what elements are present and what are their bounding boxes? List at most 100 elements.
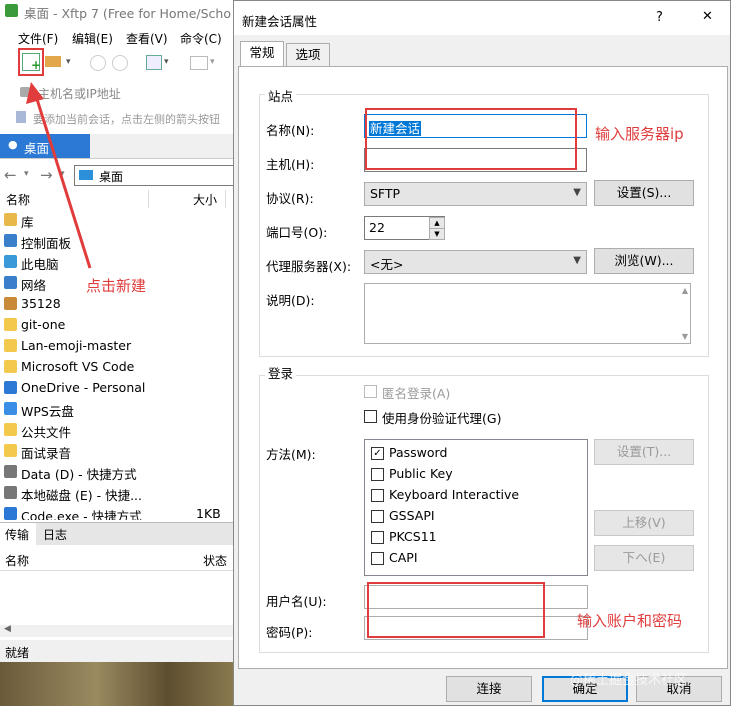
scroll-down-icon[interactable]: ▼ [682, 332, 688, 341]
file-list-item[interactable]: Lan-emoji-master [0, 336, 240, 357]
network-icon [4, 276, 17, 289]
dialog-title: 新建会话属性 [242, 14, 318, 29]
chevron-down-icon[interactable]: ▾ [164, 57, 169, 67]
checkbox-icon[interactable] [371, 510, 384, 523]
proxy-select[interactable]: <无> ▼ [364, 250, 587, 274]
tab-log[interactable]: 日志 [43, 526, 67, 543]
column-name-header[interactable]: 名称 [6, 191, 30, 208]
proxy-label: 代理服务器(X): [266, 259, 352, 274]
tab-options[interactable]: 选项 [286, 43, 330, 66]
connect-button[interactable]: 连接 [446, 676, 532, 702]
menu-view[interactable]: 查看(V) [126, 30, 168, 47]
file-name: 此电脑 [21, 257, 59, 272]
anonymous-checkbox[interactable] [364, 385, 377, 398]
menu-edit[interactable]: 编辑(E) [72, 30, 113, 47]
file-list-item[interactable]: WPS云盘 [0, 399, 240, 420]
password-label: 密码(P): [266, 625, 313, 640]
help-button[interactable]: ? [656, 10, 663, 25]
file-list-item[interactable]: 库 [0, 210, 240, 231]
description-label: 说明(D): [266, 293, 315, 308]
scroll-left-icon[interactable]: ◀ [4, 624, 11, 634]
back-arrow-icon[interactable]: ← [4, 166, 17, 184]
transfer-name-header[interactable]: 名称 [5, 552, 29, 569]
auth-method-label: GSSAPI [389, 508, 435, 523]
folder-icon [4, 423, 17, 436]
chevron-down-icon: ▼ [573, 255, 581, 266]
transfer-status-header[interactable]: 状态 [203, 552, 227, 569]
chevron-down-icon[interactable]: ▾ [210, 57, 215, 67]
address-bar[interactable]: 主机名或IP地址 [0, 82, 240, 104]
menu-file[interactable]: 文件(F) [18, 30, 58, 47]
folder-icon [4, 318, 17, 331]
auth-agent-label: 使用身份验证代理(G) [382, 411, 502, 426]
menu-command[interactable]: 命令(C) [180, 30, 222, 47]
forward-arrow-icon[interactable]: → [40, 166, 53, 184]
file-name: 35128 [21, 296, 61, 311]
connect-icon[interactable] [90, 55, 106, 71]
open-folder-icon[interactable] [45, 56, 61, 67]
auth-agent-checkbox[interactable] [364, 410, 377, 423]
browse-button[interactable]: 浏览(W)... [594, 248, 694, 274]
port-down-icon[interactable]: ▼ [429, 228, 445, 240]
description-textarea[interactable]: ▲ ▼ [364, 283, 691, 344]
username-label: 用户名(U): [266, 594, 327, 609]
chevron-down-icon[interactable]: ▾ [24, 169, 29, 179]
chevron-down-icon[interactable]: ▾ [66, 57, 71, 67]
watermark: @稀土掘金技术社区 [570, 673, 688, 688]
checkbox-icon[interactable] [371, 552, 384, 565]
onedrive-icon [4, 381, 17, 394]
xftp-titlebar: 桌面 - Xftp 7 (Free for Home/Scho [0, 0, 240, 22]
disconnect-icon[interactable] [112, 55, 128, 71]
protocol-label: 协议(R): [266, 191, 314, 206]
checkbox-icon[interactable] [371, 531, 384, 544]
move-up-button[interactable]: 上移(V) [594, 510, 694, 536]
column-divider[interactable] [148, 190, 149, 208]
checkbox-icon[interactable] [371, 489, 384, 502]
column-size-header[interactable]: 大小 [193, 191, 217, 208]
file-list-item[interactable]: OneDrive - Personal [0, 378, 240, 399]
file-list-item[interactable]: git-one [0, 315, 240, 336]
method-settings-button[interactable]: 设置(T)... [594, 439, 694, 465]
annotation-account-box [367, 582, 545, 638]
user-icon [4, 297, 17, 310]
file-list-item[interactable]: 面试录音 [0, 441, 240, 462]
file-list-item[interactable]: 此电脑 [0, 252, 240, 273]
annotation-server-ip: 输入服务器ip [595, 125, 684, 143]
protocol-select[interactable]: SFTP ▼ [364, 182, 587, 206]
file-list-item[interactable]: 公共文件 [0, 420, 240, 441]
tab-desktop-label: 桌面 [24, 141, 50, 156]
file-list-item[interactable]: Data (D) - 快捷方式 [0, 462, 240, 483]
protocol-settings-button[interactable]: 设置(S)... [594, 180, 694, 206]
checked-checkbox-icon[interactable]: ✓ [371, 447, 384, 460]
xftp-app-icon [5, 4, 18, 17]
transfer-icon[interactable] [190, 56, 208, 70]
path-box[interactable]: 桌面 [74, 165, 240, 186]
file-list-item[interactable]: Code.exe - 快捷方式 1KB [0, 504, 240, 520]
horizontal-scrollbar[interactable]: ◀ [0, 624, 240, 637]
desktop-icon [79, 170, 93, 180]
close-button[interactable]: ✕ [702, 9, 713, 24]
tab-dot-icon: ● [8, 138, 18, 151]
site-group-label: 站点 [265, 86, 297, 105]
checkbox-icon[interactable] [371, 468, 384, 481]
file-list-item[interactable]: 35128 [0, 294, 240, 315]
file-list-item[interactable]: Microsoft VS Code [0, 357, 240, 378]
auth-method-list[interactable]: ✓ Password Public Key Keyboard Interactive G… [364, 439, 588, 576]
file-list-item[interactable]: 本地磁盘 (E) - 快捷... [0, 483, 240, 504]
file-list-item[interactable]: 控制面板 [0, 231, 240, 252]
tab-general[interactable]: 常规 [240, 41, 284, 67]
lock-icon [20, 87, 30, 97]
chevron-down-icon[interactable]: ▾ [60, 169, 65, 179]
computer-icon [4, 255, 17, 268]
tab-desktop[interactable]: ● 桌面 [0, 134, 90, 158]
new-tab-icon[interactable] [146, 55, 162, 70]
file-name: Data (D) - 快捷方式 [21, 467, 137, 482]
menu-bar: 文件(F) 编辑(E) 查看(V) 命令(C) [0, 28, 240, 48]
folder-icon [4, 444, 17, 457]
tab-transfer[interactable]: 传输 [5, 526, 29, 543]
transfer-log-tabs: 传输 日志 [0, 522, 240, 545]
method-label: 方法(M): [266, 447, 316, 462]
scroll-up-icon[interactable]: ▲ [682, 286, 688, 295]
move-down-button[interactable]: 下へ(E) [594, 545, 694, 571]
column-divider[interactable] [225, 190, 226, 208]
